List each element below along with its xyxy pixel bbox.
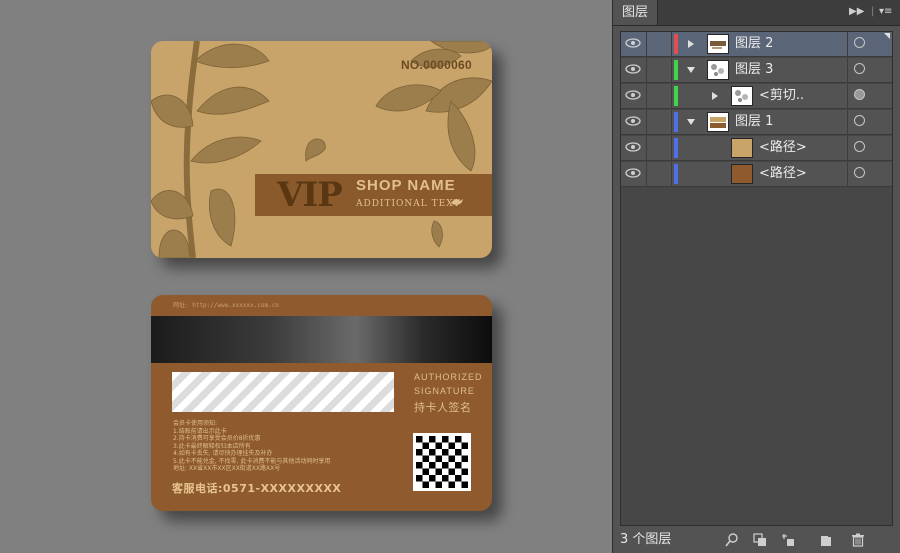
signature-strip bbox=[172, 372, 394, 412]
row-separator bbox=[847, 136, 848, 160]
layer-thumbnail bbox=[707, 60, 729, 80]
layer-row-path-1[interactable]: <路径> bbox=[621, 136, 892, 161]
panel-footer: 3 个图层 bbox=[613, 527, 900, 553]
signature-label-en-2: SIGNATURE bbox=[414, 386, 475, 396]
note-line: 地址: XX省XX市XX区XX街道XX路XX号 bbox=[173, 465, 281, 472]
layer-row-layer-1[interactable]: 图层 1 bbox=[621, 110, 892, 135]
selection-indicator bbox=[884, 33, 890, 39]
make-clipping-mask-icon[interactable] bbox=[753, 533, 767, 547]
layer-thumbnail bbox=[707, 112, 729, 132]
layer-color-bar bbox=[674, 164, 678, 184]
vip-title: VIP bbox=[277, 175, 343, 215]
lock-toggle[interactable] bbox=[646, 162, 672, 186]
panel-menu-icon[interactable]: ▾≡ bbox=[879, 5, 892, 19]
row-separator bbox=[847, 32, 848, 56]
eye-icon bbox=[625, 90, 641, 100]
vip-card-back[interactable]: 网址: http://www.xxxxxx.com.cn AUTHORIZED … bbox=[151, 295, 492, 511]
layer-name[interactable]: <剪切.. bbox=[759, 84, 804, 108]
layers-panel: 图层 ▶▶ | ▾≡ 图层 2 图层 3 <剪切.. 图层 1 <路径> <路径… bbox=[612, 0, 900, 553]
locate-object-icon[interactable] bbox=[725, 533, 739, 547]
target-circle-icon[interactable] bbox=[854, 115, 865, 126]
service-hotline: 客服电话:0571-XXXXXXXXX bbox=[172, 482, 342, 495]
visibility-toggle[interactable] bbox=[621, 32, 647, 56]
layer-name[interactable]: 图层 2 bbox=[735, 32, 773, 56]
row-separator bbox=[847, 162, 848, 186]
expand-arrow-icon[interactable] bbox=[709, 90, 721, 102]
visibility-toggle[interactable] bbox=[621, 58, 647, 82]
eye-icon bbox=[625, 116, 641, 126]
note-line: 会员卡使用须知: bbox=[173, 420, 218, 427]
collapse-arrow-icon[interactable] bbox=[685, 116, 697, 128]
lock-toggle[interactable] bbox=[646, 58, 672, 82]
vip-band: VIP SHOP NAME ADDITIONAL TEXT bbox=[255, 174, 492, 216]
qr-code bbox=[413, 433, 471, 491]
target-circle-icon[interactable] bbox=[854, 37, 865, 48]
layer-color-bar bbox=[674, 138, 678, 158]
leaf-decoration bbox=[151, 41, 492, 258]
target-circle-icon[interactable] bbox=[854, 167, 865, 178]
layer-row-clip-group[interactable]: <剪切.. bbox=[621, 84, 892, 109]
layer-color-bar bbox=[674, 34, 678, 54]
website-text: 网址: http://www.xxxxxx.com.cn bbox=[173, 302, 279, 309]
layer-count: 3 个图层 bbox=[620, 532, 672, 547]
layer-row-path-2[interactable]: <路径> bbox=[621, 162, 892, 187]
shop-name: SHOP NAME bbox=[356, 177, 456, 194]
header-divider: | bbox=[871, 6, 875, 17]
layer-color-bar bbox=[674, 86, 678, 106]
new-sublayer-icon[interactable] bbox=[781, 533, 795, 547]
bird-icon bbox=[451, 199, 463, 205]
lock-toggle[interactable] bbox=[646, 32, 672, 56]
panel-header: 图层 ▶▶ | ▾≡ bbox=[613, 0, 900, 26]
card-number: NO.0000060 bbox=[400, 58, 472, 72]
lock-toggle[interactable] bbox=[646, 110, 672, 134]
layer-row-layer-2[interactable]: 图层 2 bbox=[621, 32, 892, 57]
eye-icon bbox=[625, 168, 641, 178]
note-line: 2.持卡消费可享受会员价8折优惠 bbox=[173, 435, 261, 442]
layer-name[interactable]: 图层 1 bbox=[735, 110, 773, 134]
magnetic-stripe bbox=[151, 316, 492, 363]
target-circle-icon[interactable] bbox=[854, 63, 865, 74]
row-separator bbox=[847, 84, 848, 108]
visibility-toggle[interactable] bbox=[621, 110, 647, 134]
target-circle-icon[interactable] bbox=[854, 141, 865, 152]
eye-icon bbox=[625, 142, 641, 152]
lock-toggle[interactable] bbox=[646, 136, 672, 160]
artboard-canvas[interactable]: NO.0000060 VIP SHOP NAME ADDITIONAL TEXT… bbox=[0, 0, 612, 553]
delete-layer-icon[interactable] bbox=[851, 533, 865, 547]
new-layer-icon[interactable] bbox=[819, 533, 833, 547]
layer-color-bar bbox=[674, 112, 678, 132]
lock-toggle[interactable] bbox=[646, 84, 672, 108]
note-line: 4.如有卡丢失, 请尽快办理挂失及补办 bbox=[173, 450, 273, 457]
expand-arrow-icon[interactable] bbox=[685, 38, 697, 50]
target-circle-icon[interactable] bbox=[854, 89, 865, 100]
note-line: 1.结账前请出示此卡 bbox=[173, 427, 227, 435]
row-separator bbox=[847, 110, 848, 134]
collapse-arrow-icon[interactable] bbox=[685, 64, 697, 76]
layer-thumbnail bbox=[731, 164, 753, 184]
usage-notes: 会员卡使用须知: 1.结账前请出示此卡 2.持卡消费可享受会员价8折优惠 3.此… bbox=[173, 420, 403, 473]
collapse-panel-icon[interactable]: ▶▶ bbox=[849, 5, 864, 19]
eye-icon bbox=[625, 38, 641, 48]
layer-name[interactable]: <路径> bbox=[759, 162, 807, 186]
layer-list[interactable]: 图层 2 图层 3 <剪切.. 图层 1 <路径> <路径> bbox=[620, 31, 893, 526]
layer-thumbnail bbox=[731, 86, 753, 106]
signature-label-en-1: AUTHORIZED bbox=[414, 372, 483, 382]
layer-thumbnail bbox=[707, 34, 729, 54]
note-line: 3.此卡最终解释权归本店所有 bbox=[173, 442, 251, 450]
layer-row-layer-3[interactable]: 图层 3 bbox=[621, 58, 892, 83]
layer-name[interactable]: 图层 3 bbox=[735, 58, 773, 82]
additional-text: ADDITIONAL TEXT bbox=[356, 199, 461, 209]
vip-card-front[interactable]: NO.0000060 VIP SHOP NAME ADDITIONAL TEXT bbox=[151, 41, 492, 258]
signature-label-cn: 持卡人签名 bbox=[414, 402, 472, 414]
visibility-toggle[interactable] bbox=[621, 84, 647, 108]
eye-icon bbox=[625, 64, 641, 74]
visibility-toggle[interactable] bbox=[621, 162, 647, 186]
layer-thumbnail bbox=[731, 138, 753, 158]
note-line: 5.此卡不能兑金, 不找零, 此卡消费不能与其他活动同时享用 bbox=[173, 457, 331, 465]
row-separator bbox=[847, 58, 848, 82]
tab-layers[interactable]: 图层 bbox=[613, 0, 659, 25]
layer-color-bar bbox=[674, 60, 678, 80]
visibility-toggle[interactable] bbox=[621, 136, 647, 160]
layer-name[interactable]: <路径> bbox=[759, 136, 807, 160]
